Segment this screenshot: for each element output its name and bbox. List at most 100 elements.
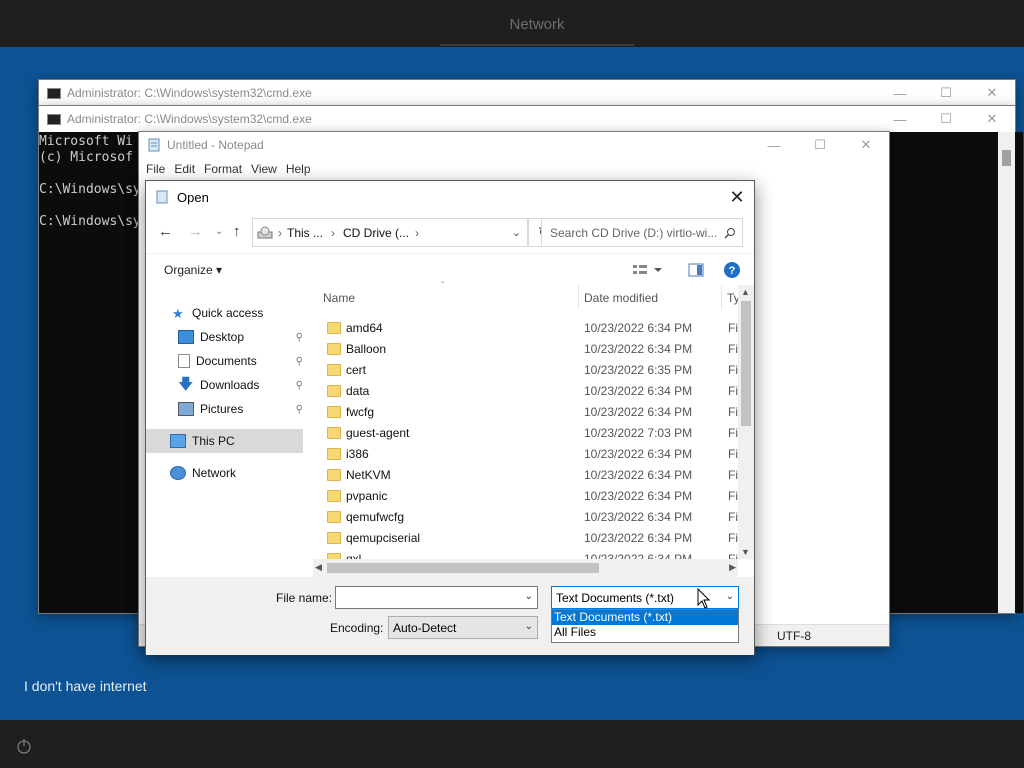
breadcrumb-this-pc[interactable]: This ... [287,226,323,240]
nav-downloads[interactable]: 🡇 Downloads ⚲ [146,373,313,397]
maximize-button[interactable]: ☐ [923,106,969,132]
nav-desktop[interactable]: Desktop ⚲ [146,325,313,349]
file-row[interactable]: NetKVM 10/23/2022 6:34 PM Fi [313,464,738,485]
nav-quick-access[interactable]: ★ Quick access [146,301,313,325]
close-button[interactable]: ✕ [969,106,1015,132]
chevron-down-icon[interactable]: ⌄ [525,621,533,632]
nav-label: Desktop [200,330,245,344]
oobe-footer [0,720,1024,768]
maximize-button[interactable]: ☐ [923,80,969,106]
folder-icon [327,489,341,502]
pin-icon[interactable]: ⚲ [296,404,303,415]
address-bar[interactable]: › This ... › CD Drive (... › ⌄ [252,218,528,247]
minimize-button[interactable]: — [877,80,923,106]
cmd-icon [47,113,61,125]
view-options-icon[interactable] [632,264,662,276]
chevron-down-icon[interactable]: ⌄ [525,591,533,602]
scroll-up-icon[interactable]: ▲ [741,287,750,297]
file-row[interactable]: cert 10/23/2022 6:35 PM Fi [313,359,738,380]
open-dialog[interactable]: Open ✕ ← → ⌄ ↑ › This ... › CD Drive (..… [145,180,755,655]
close-button[interactable]: ✕ [843,132,889,158]
file-rows: amd64 10/23/2022 6:34 PM Fi Balloon 10/23/20… [313,285,738,559]
cmd-back-titlebar[interactable]: Administrator: C:\Windows\system32\cmd.e… [39,80,1015,106]
cmd-scrollbar[interactable] [998,132,1015,613]
scroll-down-icon[interactable]: ▼ [741,547,750,557]
file-row[interactable]: i386 10/23/2022 6:34 PM Fi [313,443,738,464]
file-row[interactable]: pvpanic 10/23/2022 6:34 PM Fi [313,485,738,506]
oobe-title: Network [509,16,565,33]
recent-dropdown-icon[interactable]: ⌄ [215,226,223,237]
cmd-icon [47,87,61,99]
nav-network[interactable]: Network [146,461,313,485]
breadcrumb-cd-drive[interactable]: CD Drive (... [343,226,409,240]
search-input[interactable]: Search CD Drive (D:) virtio-wi... [541,218,743,247]
encoding-select[interactable]: Auto-Detect ⌄ [388,616,538,639]
minimize-button[interactable]: — [751,132,797,158]
file-row[interactable]: data 10/23/2022 6:34 PM Fi [313,380,738,401]
back-arrow-icon[interactable]: ← [158,223,173,240]
svg-text:?: ? [729,265,736,277]
cmd-front-titlebar[interactable]: Administrator: C:\Windows\system32\cmd.e… [39,106,1015,132]
oobe-title-underline [440,44,634,46]
nav-documents[interactable]: Documents ⚲ [146,349,313,373]
pin-icon[interactable]: ⚲ [296,332,303,343]
close-button[interactable]: ✕ [726,186,748,208]
file-row[interactable]: Balloon 10/23/2022 6:34 PM Fi [313,338,738,359]
file-date: 10/23/2022 6:34 PM [584,383,693,398]
no-internet-link[interactable]: I don't have internet [24,678,147,694]
file-row[interactable]: guest-agent 10/23/2022 7:03 PM Fi [313,422,738,443]
pin-icon[interactable]: ⚲ [296,356,303,367]
file-type-option-all[interactable]: All Files [552,625,738,640]
horizontal-scrollbar[interactable]: ◀ ▶ [313,559,738,577]
file-row[interactable]: qemufwcfg 10/23/2022 6:34 PM Fi [313,506,738,527]
scroll-right-icon[interactable]: ▶ [729,562,736,573]
scroll-thumb[interactable] [1002,150,1011,166]
cmd-back-title: Administrator: C:\Windows\system32\cmd.e… [67,86,312,100]
menu-help[interactable]: Help [286,162,311,176]
file-date: 10/23/2022 6:34 PM [584,467,693,482]
help-icon[interactable]: ? [723,261,741,279]
preview-pane-icon[interactable] [688,263,704,277]
file-name: pvpanic [346,488,388,503]
file-type-option-txt[interactable]: Text Documents (*.txt) [552,610,738,625]
file-row[interactable]: qemupciserial 10/23/2022 6:34 PM Fi [313,527,738,548]
dialog-titlebar[interactable]: Open ✕ [146,181,754,213]
dialog-toolbar: Organize ▾ ? [146,253,754,285]
menu-file[interactable]: File [146,162,165,176]
vertical-scrollbar[interactable]: ▲ ▼ [738,285,754,559]
scroll-thumb[interactable] [741,301,751,426]
organize-button[interactable]: Organize ▾ [164,263,222,277]
maximize-button[interactable]: ☐ [797,132,843,158]
file-name: i386 [346,446,369,461]
encoding-value: Auto-Detect [393,620,457,635]
drive-icon [257,226,273,238]
file-row[interactable]: amd64 10/23/2022 6:34 PM Fi [313,317,738,338]
file-name-input[interactable]: ⌄ [335,586,538,609]
minimize-button[interactable]: — [877,106,923,132]
file-row[interactable]: fwcfg 10/23/2022 6:34 PM Fi [313,401,738,422]
scroll-left-icon[interactable]: ◀ [315,562,322,573]
nav-this-pc[interactable]: This PC [146,429,303,453]
file-row[interactable]: qxl 10/23/2022 6:34 PM Fi [313,548,738,559]
chevron-down-icon[interactable]: ⌄ [726,591,734,602]
notepad-titlebar[interactable]: Untitled - Notepad — ☐ ✕ [139,132,889,158]
file-type: Fi [728,467,738,482]
file-date: 10/23/2022 7:03 PM [584,425,693,440]
file-name: qxl [346,551,362,560]
forward-arrow-icon[interactable]: → [188,223,203,240]
navigation-bar: ← → ⌄ ↑ › This ... › CD Drive (... › ⌄ ↻… [146,213,754,253]
file-name: qemufwcfg [346,509,405,524]
menu-edit[interactable]: Edit [174,162,195,176]
nav-pictures[interactable]: Pictures ⚲ [146,397,313,421]
organize-label: Organize [164,263,213,277]
menu-format[interactable]: Format [204,162,242,176]
pin-icon[interactable]: ⚲ [296,380,303,391]
menu-view[interactable]: View [251,162,277,176]
up-arrow-icon[interactable]: ↑ [233,223,241,240]
address-dropdown-icon[interactable]: ⌄ [512,226,521,239]
scroll-thumb[interactable] [327,563,599,573]
folder-icon [327,342,341,355]
close-button[interactable]: ✕ [969,80,1015,106]
accessibility-icon[interactable] [15,737,33,755]
file-date: 10/23/2022 6:34 PM [584,488,693,503]
